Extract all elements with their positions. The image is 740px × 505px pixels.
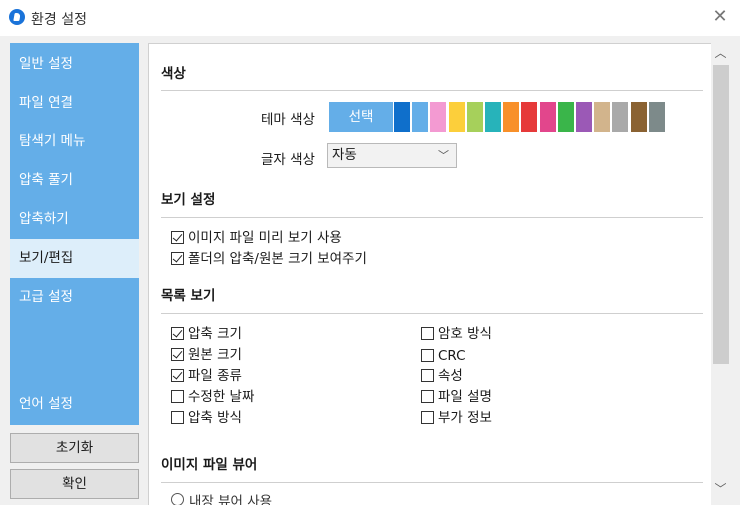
scroll-thumb[interactable] <box>713 65 729 364</box>
checkbox-label: CRC <box>438 348 466 364</box>
checkbox-label: 파일 설명 <box>438 389 492 405</box>
checkbox-compression-method[interactable]: 압축 방식 <box>171 408 242 428</box>
checkbox-icon <box>171 411 184 424</box>
theme-color-swatch[interactable] <box>521 102 538 132</box>
sidebar-item-language[interactable]: 언어 설정 <box>10 385 139 424</box>
checkbox-label: 압축 크기 <box>188 326 242 342</box>
scroll-down-button[interactable]: ﹀ <box>711 481 730 498</box>
theme-color-swatch[interactable] <box>430 102 447 132</box>
theme-color-selected-button[interactable]: 선택 <box>329 102 393 132</box>
checkbox-label: 속성 <box>438 368 463 384</box>
section-title-view: 보기 설정 <box>161 192 216 208</box>
settings-panel: 색상 테마 색상 선택 글자 색상 자동 ﹀ 보기 설정 이미지 파일 미리 보… <box>148 43 730 505</box>
sidebar-item-view-edit[interactable]: 보기/편집 <box>10 239 139 278</box>
text-color-select[interactable]: 자동 ﹀ <box>327 143 457 168</box>
section-title-image-viewer: 이미지 파일 뷰어 <box>161 457 258 473</box>
checkbox-icon <box>421 390 434 403</box>
checkbox-attributes[interactable]: 속성 <box>421 366 463 386</box>
checkbox-encryption[interactable]: 암호 방식 <box>421 324 492 344</box>
theme-color-label: 테마 색상 <box>261 112 315 128</box>
checkbox-file-description[interactable]: 파일 설명 <box>421 387 492 407</box>
title-bar: 환경 설정 ✕ <box>0 0 740 36</box>
divider <box>161 90 703 91</box>
chevron-down-icon: ﹀ <box>438 149 449 162</box>
checkbox-icon <box>171 327 184 340</box>
theme-color-swatch[interactable] <box>412 102 429 132</box>
app-logo-icon <box>9 9 25 25</box>
theme-color-swatch[interactable] <box>485 102 501 132</box>
checkbox-label: 압축 방식 <box>188 410 242 426</box>
checkbox-label: 이미지 파일 미리 보기 사용 <box>188 230 342 246</box>
checkbox-icon <box>421 369 434 382</box>
checkbox-icon <box>421 349 434 362</box>
theme-color-swatch[interactable] <box>539 102 556 132</box>
divider <box>161 313 703 314</box>
text-color-value: 자동 <box>332 147 357 163</box>
section-title-color: 색상 <box>161 66 186 82</box>
checkbox-modified-date[interactable]: 수정한 날짜 <box>171 387 254 407</box>
theme-color-swatch[interactable] <box>394 102 410 132</box>
checkbox-icon <box>421 411 434 424</box>
sidebar-item-extract[interactable]: 압축 풀기 <box>10 161 139 200</box>
close-icon: ✕ <box>712 6 728 27</box>
divider <box>161 482 703 483</box>
theme-color-swatch[interactable] <box>448 102 465 132</box>
checkbox-icon <box>421 327 434 340</box>
checkbox-crc[interactable]: CRC <box>421 346 466 366</box>
sidebar: 일반 설정 파일 연결 탐색기 메뉴 압축 풀기 압축하기 보기/편집 고급 설… <box>10 43 139 425</box>
checkbox-label: 암호 방식 <box>438 326 492 342</box>
sidebar-item-explorer-menu[interactable]: 탐색기 메뉴 <box>10 122 139 161</box>
radio-builtin-viewer[interactable] <box>171 493 184 505</box>
checkbox-label: 원본 크기 <box>188 347 242 363</box>
reset-button[interactable]: 초기화 <box>10 433 139 463</box>
chevron-down-icon: ﹀ <box>714 482 727 496</box>
theme-color-swatch[interactable] <box>576 102 592 132</box>
scroll-up-button[interactable]: ︿ <box>711 45 730 62</box>
section-title-list: 목록 보기 <box>161 288 216 304</box>
checkbox-label: 폴더의 압축/원본 크기 보여주기 <box>188 251 367 267</box>
theme-color-swatch[interactable] <box>466 102 483 132</box>
sidebar-item-compress[interactable]: 압축하기 <box>10 200 139 239</box>
checkbox-folder-size[interactable]: 폴더의 압축/원본 크기 보여주기 <box>171 249 367 269</box>
checkbox-icon <box>171 369 184 382</box>
sidebar-item-advanced[interactable]: 고급 설정 <box>10 278 139 317</box>
checkbox-original-size[interactable]: 원본 크기 <box>171 345 242 365</box>
chevron-up-icon: ︿ <box>714 46 727 60</box>
sidebar-item-general[interactable]: 일반 설정 <box>10 45 139 84</box>
checkbox-icon <box>171 348 184 361</box>
checkbox-icon <box>171 252 184 265</box>
theme-color-swatch[interactable] <box>648 102 665 132</box>
text-color-label: 글자 색상 <box>261 152 315 168</box>
checkbox-image-preview[interactable]: 이미지 파일 미리 보기 사용 <box>171 228 342 248</box>
theme-color-swatch[interactable] <box>594 102 611 132</box>
checkbox-file-type[interactable]: 파일 종류 <box>171 366 242 386</box>
theme-color-swatch[interactable] <box>503 102 520 132</box>
checkbox-label: 부가 정보 <box>438 410 492 426</box>
window-title: 환경 설정 <box>31 12 87 28</box>
divider <box>161 217 703 218</box>
checkbox-icon <box>171 390 184 403</box>
vertical-scrollbar[interactable]: ︿ ﹀ <box>711 43 730 505</box>
theme-color-swatch[interactable] <box>630 102 647 132</box>
ok-button[interactable]: 확인 <box>10 469 139 499</box>
checkbox-label: 수정한 날짜 <box>188 389 255 405</box>
close-button[interactable]: ✕ <box>708 6 732 30</box>
checkbox-extra-info[interactable]: 부가 정보 <box>421 408 492 428</box>
theme-color-swatch[interactable] <box>612 102 629 132</box>
theme-color-swatch[interactable] <box>557 102 574 132</box>
radio-builtin-viewer-label: 내장 뷰어 사용 <box>189 494 273 505</box>
checkbox-label: 파일 종류 <box>188 368 242 384</box>
checkbox-icon <box>171 231 184 244</box>
sidebar-item-file-association[interactable]: 파일 연결 <box>10 84 139 123</box>
checkbox-compressed-size[interactable]: 압축 크기 <box>171 324 242 344</box>
